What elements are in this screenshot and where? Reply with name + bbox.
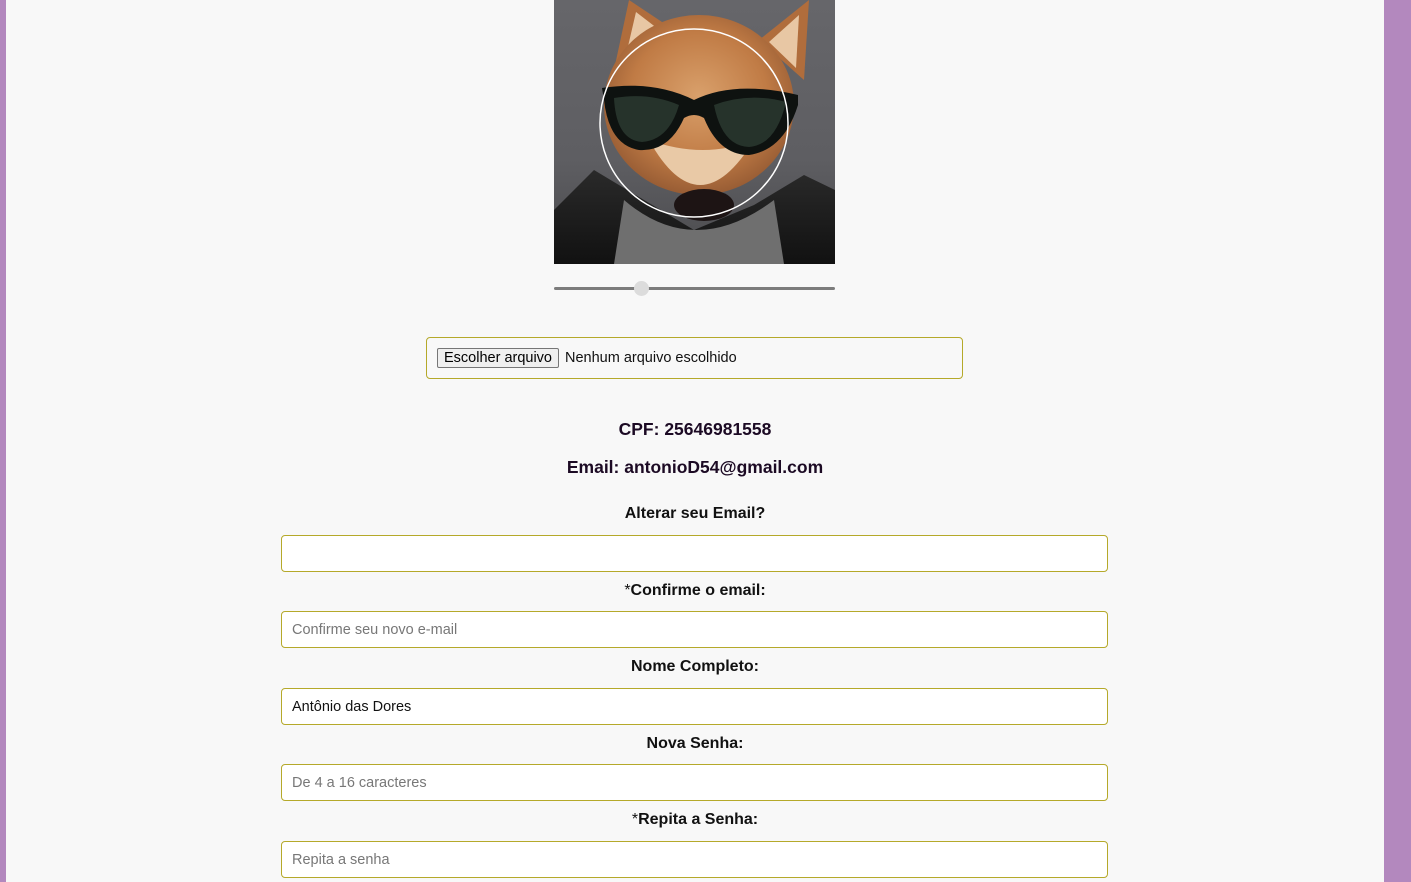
current-email-text: Email: antonioD54@gmail.com (566, 457, 824, 477)
confirm-email-input[interactable] (281, 611, 1108, 648)
cpf-text: CPF: 25646981558 (618, 419, 772, 439)
change-email-input[interactable] (281, 535, 1108, 572)
change-email-label: Alterar seu Email? (624, 505, 766, 522)
repeat-password-input[interactable] (281, 841, 1108, 878)
full-name-label: Nome Completo: (631, 658, 759, 675)
new-password-input[interactable] (281, 764, 1108, 801)
file-status-text: Nenhum arquivo escolhido (565, 350, 737, 366)
repeat-password-label: *Repita a Senha: (6, 811, 1384, 829)
confirm-email-label: *Confirme o email: (6, 582, 1384, 600)
profile-page: Escolher arquivo Nenhum arquivo escolhid… (6, 0, 1384, 882)
choose-file-button[interactable]: Escolher arquivo (437, 348, 559, 368)
zoom-slider-track[interactable] (554, 287, 835, 290)
zoom-slider-thumb[interactable] (634, 281, 649, 296)
dog-portrait-image (554, 0, 835, 264)
repeat-password-label-text: Repita a Senha: (638, 811, 759, 828)
zoom-slider[interactable] (554, 280, 835, 298)
full-name-input[interactable] (281, 688, 1108, 725)
profile-photo[interactable] (554, 0, 835, 264)
file-input[interactable]: Escolher arquivo Nenhum arquivo escolhid… (426, 337, 963, 379)
confirm-email-label-text: Confirme o email: (630, 582, 766, 599)
new-password-label: Nova Senha: (646, 735, 744, 752)
